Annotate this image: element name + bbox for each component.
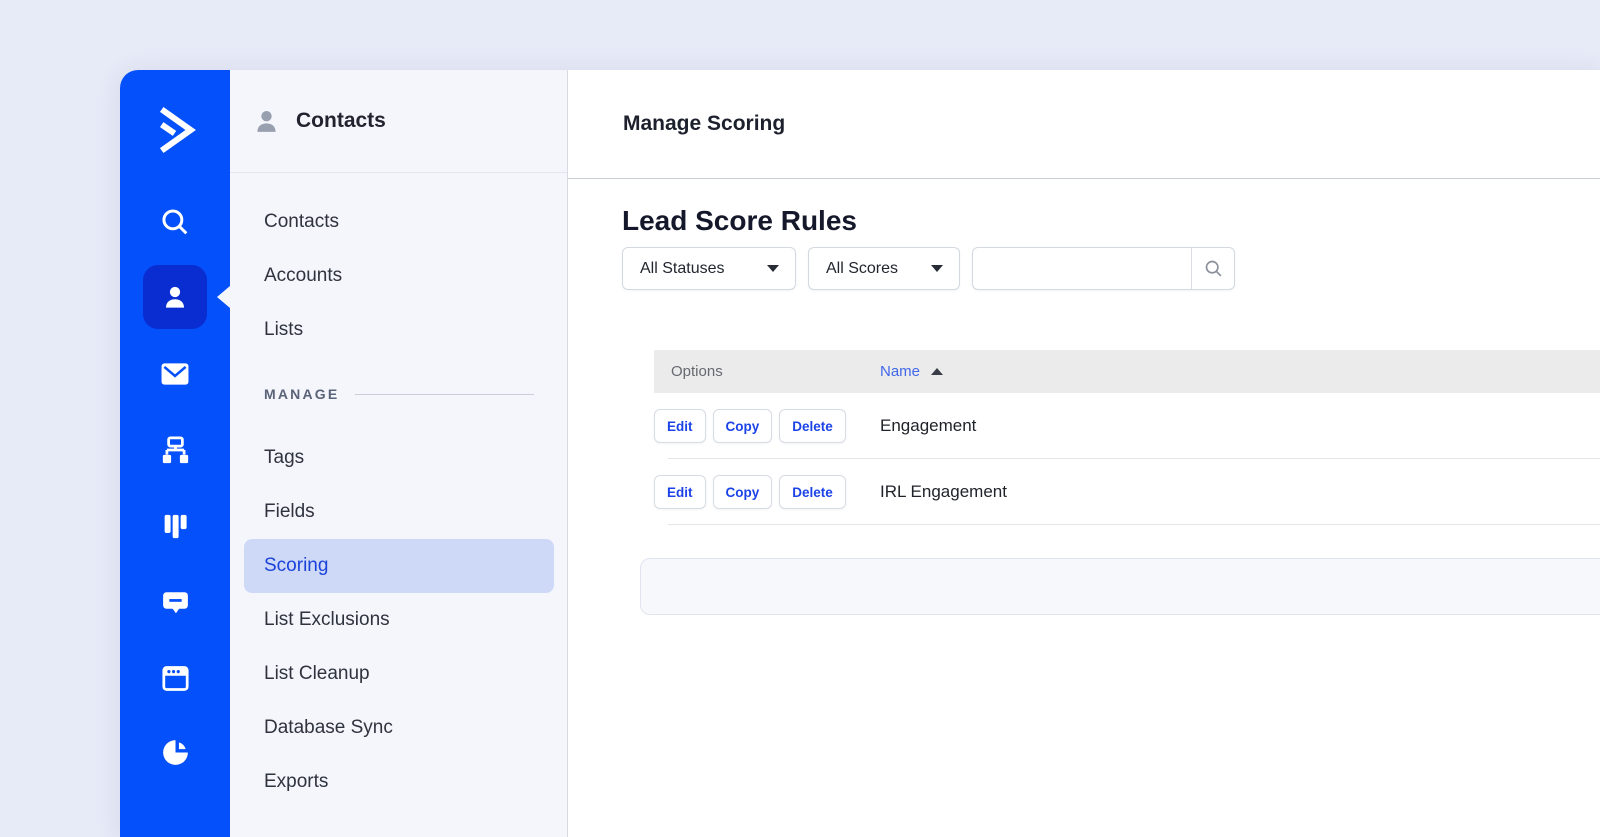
sidebar-item-list-exclusions[interactable]: List Exclusions <box>244 593 554 647</box>
sidebar-item-lists[interactable]: Lists <box>244 303 554 357</box>
delete-button[interactable]: Delete <box>779 475 846 509</box>
rail-item-contacts-active[interactable] <box>143 265 207 329</box>
rail-item-campaigns[interactable] <box>151 350 199 398</box>
row-actions: Edit Copy Delete <box>654 475 880 509</box>
search-icon <box>162 209 188 235</box>
manage-section-header: MANAGE <box>230 357 567 431</box>
chat-bubble-icon <box>162 591 188 613</box>
column-header-name[interactable]: Name <box>880 363 944 380</box>
sidebar-item-accounts[interactable]: Accounts <box>244 249 554 303</box>
app-window: Contacts Contacts Accounts Lists MANAGE … <box>120 70 1600 837</box>
search-icon <box>1205 260 1221 277</box>
sidebar-menu: Contacts Accounts Lists MANAGE Tags Fiel… <box>230 173 567 809</box>
manage-section-label: MANAGE <box>264 386 340 402</box>
rail-item-website[interactable] <box>151 654 199 702</box>
icon-rail <box>120 70 230 837</box>
activecampaign-chevron-icon <box>159 106 196 154</box>
sidebar-item-database-sync[interactable]: Database Sync <box>244 701 554 755</box>
main-area: Manage Scoring Lead Score Rules All Stat… <box>568 70 1600 837</box>
copy-button[interactable]: Copy <box>712 409 773 443</box>
sort-ascending-icon <box>931 368 944 375</box>
sidebar-item-fields[interactable]: Fields <box>244 485 554 539</box>
rail-item-deals[interactable] <box>151 502 199 550</box>
chevron-down-icon <box>767 265 779 272</box>
sidebar-item-exports[interactable]: Exports <box>244 755 554 809</box>
section-divider-line <box>355 393 534 395</box>
sidebar-item-scoring[interactable]: Scoring <box>244 539 554 593</box>
contacts-sidebar: Contacts Contacts Accounts Lists MANAGE … <box>230 70 568 837</box>
kanban-icon <box>164 514 187 538</box>
row-actions: Edit Copy Delete <box>654 409 880 443</box>
main-header: Manage Scoring <box>568 70 1600 179</box>
rail-item-search[interactable] <box>151 198 199 246</box>
edit-button[interactable]: Edit <box>654 409 706 443</box>
table-row: Edit Copy Delete IRL Engagement <box>654 459 1600 525</box>
rail-item-reports[interactable] <box>151 728 199 776</box>
table-header-row: Options Name <box>654 350 1600 393</box>
active-rail-notch <box>217 286 230 308</box>
filter-bar: All Statuses All Scores <box>622 247 1600 290</box>
pie-chart-icon <box>162 739 188 765</box>
sidebar-item-tags[interactable]: Tags <box>244 431 554 485</box>
rule-name: Engagement <box>880 416 977 435</box>
column-header-options: Options <box>671 363 723 380</box>
delete-button[interactable]: Delete <box>779 409 846 443</box>
search-button[interactable] <box>1191 248 1234 289</box>
lead-score-rules-table: Options Name Edit Copy Delete Engagement <box>654 350 1600 525</box>
table-row: Edit Copy Delete Engagement <box>654 393 1600 459</box>
search-input[interactable] <box>973 248 1191 289</box>
chevron-down-icon <box>931 265 943 272</box>
edit-button[interactable]: Edit <box>654 475 706 509</box>
sidebar-item-list-cleanup[interactable]: List Cleanup <box>244 647 554 701</box>
table-footer-panel <box>640 558 1600 615</box>
person-icon <box>166 286 184 308</box>
copy-button[interactable]: Copy <box>712 475 773 509</box>
score-filter-dropdown[interactable]: All Scores <box>808 247 960 290</box>
sidebar-header: Contacts <box>230 70 567 173</box>
activecampaign-logo[interactable] <box>143 98 207 162</box>
browser-window-icon <box>161 665 189 691</box>
envelope-icon <box>161 363 189 385</box>
rail-item-automations[interactable] <box>151 426 199 474</box>
sidebar-item-contacts[interactable]: Contacts <box>244 195 554 249</box>
rule-name: IRL Engagement <box>880 482 1007 501</box>
status-filter-value: All Statuses <box>640 259 725 277</box>
page-title: Lead Score Rules <box>622 205 857 236</box>
sidebar-title: Contacts <box>296 109 386 132</box>
main-content: Lead Score Rules All Statuses All Scores <box>568 179 1600 837</box>
sitemap-icon <box>162 435 188 463</box>
contacts-person-icon <box>252 107 281 136</box>
page-header-title: Manage Scoring <box>623 112 786 135</box>
search-box <box>972 247 1235 290</box>
status-filter-dropdown[interactable]: All Statuses <box>622 247 796 290</box>
rail-item-conversations[interactable] <box>151 578 199 626</box>
score-filter-value: All Scores <box>826 259 899 277</box>
